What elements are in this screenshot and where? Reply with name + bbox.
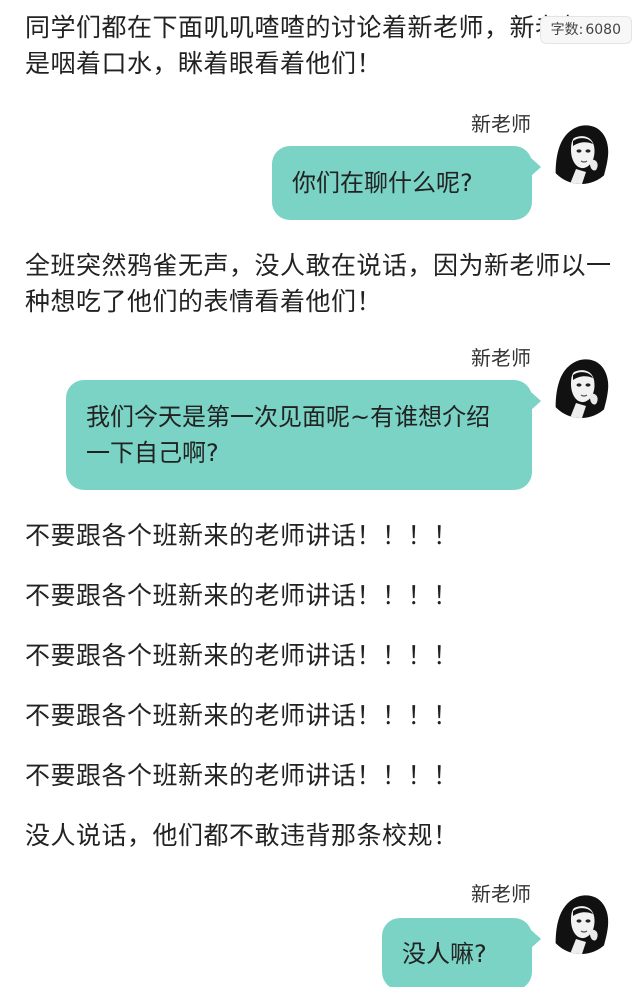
sender-name: 新老师: [471, 112, 531, 136]
story-paragraph-2: 全班突然鸦雀无声，没人敢在说话，因为新老师以一种想吃了他们的表情看着他们！: [25, 251, 612, 316]
message-text: 没人嘛?: [402, 940, 487, 968]
avatar[interactable]: [546, 114, 616, 184]
message-bubble: 你们在聊什么呢?: [272, 146, 541, 220]
sender-name: 新老师: [471, 882, 531, 906]
word-count-badge: 字数: 6080: [539, 16, 632, 44]
rule-line: 不要跟各个班新来的老师讲话！！！！: [25, 581, 459, 610]
story-paragraph-3: 没人说话，他们都不敢违背那条校规！: [25, 821, 459, 850]
bubble-tail: [531, 930, 541, 948]
message-text: 我们今天是第一次见面呢~有谁想介绍一下自己啊?: [86, 403, 491, 467]
sender-name: 新老师: [471, 346, 531, 370]
rule-line: 不要跟各个班新来的老师讲话！！！！: [25, 641, 459, 670]
teacher-avatar-icon: [546, 114, 616, 184]
teacher-avatar-icon: [546, 884, 616, 954]
bubble-tail: [531, 392, 541, 410]
bubble-tail: [531, 158, 541, 176]
teacher-avatar-icon: [546, 348, 616, 418]
story-paragraph-1: 同学们都在下面叽叽喳喳的讨论着新老师，新老师只是咽着口水，眯着眼看着他们！: [25, 13, 612, 78]
message-bubble: 没人嘛?: [382, 918, 541, 987]
rule-line: 不要跟各个班新来的老师讲话！！！！: [25, 701, 459, 730]
story-page: 同学们都在下面叽叽喳喳的讨论着新老师，新老师只是咽着口水，眯着眼看着他们！ 字数…: [0, 0, 640, 987]
message-bubble: 我们今天是第一次见面呢~有谁想介绍一下自己啊?: [66, 380, 541, 490]
avatar[interactable]: [546, 884, 616, 954]
rule-line: 不要跟各个班新来的老师讲话！！！！: [25, 521, 459, 550]
message-text: 你们在聊什么呢?: [292, 169, 473, 197]
word-count-value: 6080: [585, 22, 621, 38]
avatar[interactable]: [546, 348, 616, 418]
word-count-label: 字数:: [550, 22, 584, 38]
rule-line: 不要跟各个班新来的老师讲话！！！！: [25, 761, 459, 790]
